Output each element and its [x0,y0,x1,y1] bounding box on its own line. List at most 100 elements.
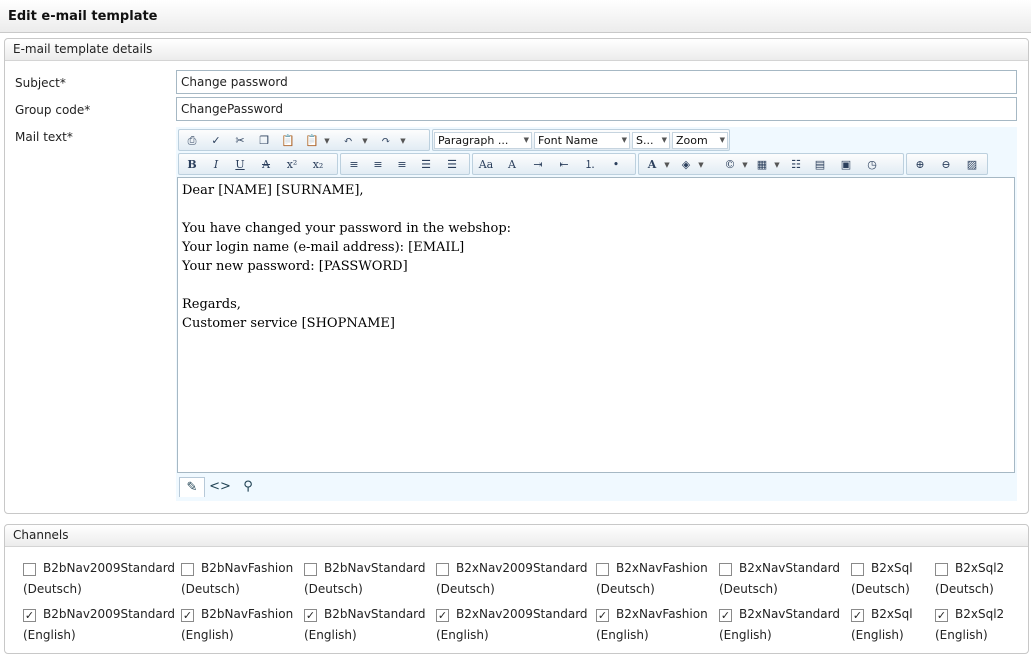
mail-text-line: Your login name (e-mail address): [EMAIL… [182,240,465,255]
toolbar-group-selects: Paragraph ... ▼ Font Name ▼ S... ▼ Zoom ▼ [432,129,730,151]
toolbar-group-links: ⊕ ⊖ ▨ [906,153,988,175]
convert-uppercase-icon[interactable]: A [503,156,521,173]
editor-mode-bar: ✎ <> ⚲ [177,475,1015,497]
font-name-select[interactable]: Font Name ▼ [534,132,630,149]
channel-language: (Deutsch) [304,582,363,596]
channel-checkbox[interactable]: ✓ [23,609,36,622]
channel-name: B2xNavStandard [739,561,840,575]
align-left-icon[interactable]: ≡ [345,156,363,173]
group-code-input[interactable] [176,97,1017,121]
strikethrough-button[interactable]: A [257,156,275,173]
hyperlink-icon[interactable]: ⊕ [911,156,929,173]
channel-checkbox[interactable] [719,563,732,576]
channel-checkbox[interactable]: ✓ [596,609,609,622]
copy-icon[interactable]: ❐ [255,132,273,149]
remove-link-icon[interactable]: ⊖ [937,156,955,173]
channel-checkbox[interactable]: ✓ [181,609,194,622]
preview-mode-magnifier-icon[interactable]: ⚲ [235,477,261,497]
justify-icon[interactable]: ☰ [417,156,435,173]
indent-icon[interactable]: ⇥ [529,156,547,173]
paste-special-icon[interactable]: 📋 [303,132,321,149]
bold-button[interactable]: B [183,156,201,173]
channel-language: (Deutsch) [436,582,495,596]
channel-name: B2bNavFashion [201,561,294,575]
toolbar-row-1: ⎙ ✓ ✂ ❐ 📋 📋 ▼ ↶ ▼ ↷ ▼ Paragraph ... ▼ Fon… [178,129,1016,151]
justify-full-icon[interactable]: ☰ [443,156,461,173]
symbol-icon[interactable]: © [721,156,739,173]
channel-checkbox[interactable]: ✓ [935,609,948,622]
channel-checkbox[interactable] [596,563,609,576]
mail-text-line [182,276,1010,295]
channel-language: (English) [436,628,489,642]
mail-text-line: You have changed your password in the we… [182,221,512,236]
spellcheck-icon[interactable]: ✓ [207,132,225,149]
undo-dropdown-caret-icon[interactable]: ▼ [361,133,369,149]
channel-language: (English) [23,628,76,642]
align-right-icon[interactable]: ≡ [393,156,411,173]
redo-icon[interactable]: ↷ [377,132,395,149]
channel-checkbox[interactable] [851,563,864,576]
table-icon[interactable]: ▦ [753,156,771,173]
underline-button[interactable]: U [231,156,249,173]
background-color-caret-icon[interactable]: ▼ [697,157,705,173]
insert-time-icon[interactable]: ◷ [863,156,881,173]
superscript-button[interactable]: x² [283,156,301,173]
toolbar-row-2: B I U A x² x₂ ≡ ≡ ≡ ☰ ☰ Aa A ⇥ ⇤ ⒈ • A ▼… [178,153,1016,175]
mail-text-label: Mail text* [15,130,73,144]
channel-language: (Deutsch) [719,582,778,596]
mail-text-line: Dear [NAME] [SURNAME], [182,183,364,198]
bulleted-list-icon[interactable]: • [607,156,625,173]
html-mode-code-icon[interactable]: <> [207,477,233,497]
outdent-icon[interactable]: ⇤ [555,156,573,173]
font-size-select[interactable]: S... ▼ [632,132,670,149]
numbered-list-icon[interactable]: ⒈ [581,156,599,173]
insert-date-icon[interactable]: ▣ [837,156,855,173]
insert-image-icon[interactable]: ▨ [963,156,981,173]
subscript-button[interactable]: x₂ [309,156,327,173]
channel-checkbox[interactable] [436,563,449,576]
symbol-caret-icon[interactable]: ▼ [741,157,749,173]
channel-checkbox[interactable] [181,563,194,576]
channel-name: B2xNavFashion [616,607,708,621]
channel-checkbox[interactable]: ✓ [436,609,449,622]
font-color-caret-icon[interactable]: ▼ [663,157,671,173]
channel-name: B2bNavStandard [324,607,426,621]
table-caret-icon[interactable]: ▼ [773,157,781,173]
channel-checkbox[interactable]: ✓ [719,609,732,622]
channel-checkbox[interactable] [304,563,317,576]
zoom-select[interactable]: Zoom ▼ [672,132,728,149]
mail-text-line: Your new password: [PASSWORD] [182,259,408,274]
channel-checkbox[interactable]: ✓ [851,609,864,622]
design-mode-pencil-icon[interactable]: ✎ [179,477,205,497]
template-details-panel: E-mail template details Subject* Group c… [4,38,1029,514]
channel-name: B2xNavFashion [616,561,708,575]
channel-language: (English) [596,628,649,642]
channel-name: B2xSql2 [955,607,1005,621]
align-center-icon[interactable]: ≡ [369,156,387,173]
paragraph-select[interactable]: Paragraph ... ▼ [434,132,532,149]
channel-checkbox[interactable] [935,563,948,576]
paste-icon[interactable]: 📋 [279,132,297,149]
insert-document-icon[interactable]: ▤ [811,156,829,173]
channel-language: (English) [935,628,988,642]
channel-checkbox[interactable] [23,563,36,576]
redo-dropdown-caret-icon[interactable]: ▼ [399,133,407,149]
convert-lowercase-icon[interactable]: Aa [477,156,495,173]
channel-checkbox[interactable]: ✓ [304,609,317,622]
undo-icon[interactable]: ↶ [339,132,357,149]
channel-name: B2bNav2009Standard [43,561,176,575]
font-color-icon[interactable]: A [643,156,661,173]
print-icon[interactable]: ⎙ [183,132,201,149]
toolbar-group-align: ≡ ≡ ≡ ☰ ☰ [340,153,470,175]
italic-button[interactable]: I [207,156,225,173]
toolbar-group-lists: Aa A ⇥ ⇤ ⒈ • [472,153,636,175]
mail-text-content[interactable]: Dear [NAME] [SURNAME], You have changed y… [177,177,1015,473]
channel-language: (Deutsch) [23,582,82,596]
subject-input[interactable] [176,70,1017,94]
background-color-icon[interactable]: ◈ [677,156,695,173]
channel-name: B2xSql [871,607,913,621]
paragraph-list-icon[interactable]: ☷ [787,156,805,173]
paste-dropdown-caret-icon[interactable]: ▼ [323,133,331,149]
cut-icon[interactable]: ✂ [231,132,249,149]
page-header: Edit e-mail template [0,0,1031,33]
